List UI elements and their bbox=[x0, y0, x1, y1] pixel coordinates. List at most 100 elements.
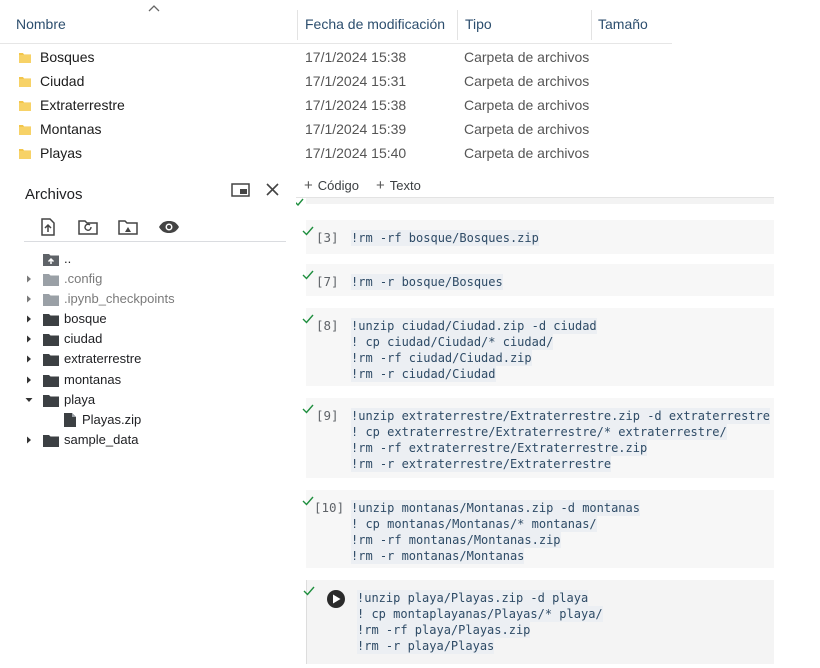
explorer-row[interactable]: Montanas 17/1/2024 15:39 Carpeta de arch… bbox=[0, 118, 672, 142]
code-cell[interactable]: [3] !rm -rf bosque/Bosques.zip bbox=[302, 220, 774, 254]
chevron-right-icon[interactable] bbox=[25, 295, 33, 303]
code-line: ! cp extraterrestre/Extraterrestre/* ext… bbox=[351, 424, 727, 440]
execution-count: [7] bbox=[316, 274, 339, 289]
check-icon bbox=[302, 404, 314, 414]
code-cell-partial[interactable] bbox=[306, 198, 774, 204]
add-text-label: Texto bbox=[389, 178, 421, 193]
tree-item-ciudad[interactable]: ciudad bbox=[0, 329, 296, 349]
code-line: !unzip ciudad/Ciudad.zip -d ciudad bbox=[351, 318, 597, 334]
code-editor[interactable]: !rm -rf bosque/Bosques.zip bbox=[351, 230, 539, 246]
code-editor[interactable]: !unzip ciudad/Ciudad.zip -d ciudad! cp c… bbox=[351, 318, 597, 382]
row-type: Carpeta de archivos bbox=[464, 73, 590, 89]
code-cell[interactable]: [9] !unzip extraterrestre/Extraterrestre… bbox=[302, 398, 774, 478]
row-modified: 17/1/2024 15:40 bbox=[305, 145, 407, 161]
sidebar-toolbar bbox=[0, 212, 296, 242]
row-name: Ciudad bbox=[40, 73, 85, 89]
check-icon bbox=[303, 586, 315, 596]
sort-ascending-icon[interactable] bbox=[148, 4, 160, 12]
code-line: !rm -r ciudad/Ciudad bbox=[351, 366, 496, 382]
chevron-right-icon[interactable] bbox=[25, 335, 33, 343]
folder-up-icon bbox=[43, 254, 59, 266]
folder-icon bbox=[19, 149, 31, 159]
chevron-right-icon[interactable] bbox=[25, 315, 33, 323]
tree-item-montanas[interactable]: montanas bbox=[0, 370, 296, 390]
run-cell-button[interactable] bbox=[327, 590, 345, 608]
code-line: !rm -r montanas/Montanas bbox=[351, 548, 525, 564]
tree-item-playas-zip[interactable]: Playas.zip bbox=[0, 410, 296, 430]
chevron-right-icon[interactable] bbox=[25, 376, 33, 384]
plus-icon: + bbox=[304, 177, 313, 194]
column-name[interactable]: Nombre bbox=[16, 16, 66, 32]
column-divider[interactable] bbox=[457, 10, 458, 40]
folder-icon bbox=[43, 274, 59, 286]
notebook-cells: [3] !rm -rf bosque/Bosques.zip [7] !rm -… bbox=[296, 198, 820, 668]
row-type: Carpeta de archivos bbox=[464, 49, 590, 65]
chevron-right-icon[interactable] bbox=[25, 355, 33, 363]
code-editor[interactable]: !unzip montanas/Montanas.zip -d montanas… bbox=[351, 500, 640, 564]
code-line: !rm -rf extraterrestre/Extraterrestre.zi… bbox=[351, 440, 648, 456]
tree-item-ipynb-checkpoints[interactable]: .ipynb_checkpoints bbox=[0, 289, 296, 309]
folder-icon bbox=[43, 435, 59, 447]
files-sidebar: Archivos .. .config .ipynb_checkpoints b… bbox=[0, 176, 296, 668]
new-window-icon[interactable] bbox=[231, 183, 250, 197]
row-modified: 17/1/2024 15:38 bbox=[305, 49, 407, 65]
column-modified[interactable]: Fecha de modificación bbox=[305, 16, 445, 32]
chevron-down-icon[interactable] bbox=[25, 396, 33, 404]
tree-item-bosque[interactable]: bosque bbox=[0, 309, 296, 329]
folder-icon bbox=[19, 125, 31, 135]
tree-item-extraterrestre[interactable]: extraterrestre bbox=[0, 349, 296, 369]
tree-item-label: .config bbox=[64, 271, 103, 286]
code-editor[interactable]: !unzip extraterrestre/Extraterrestre.zip… bbox=[351, 408, 771, 472]
code-cell-active[interactable]: !unzip playa/Playas.zip -d playa! cp mon… bbox=[303, 580, 774, 664]
check-icon bbox=[296, 198, 304, 206]
play-icon bbox=[333, 594, 341, 604]
eye-icon[interactable] bbox=[158, 216, 180, 238]
explorer-row[interactable]: Playas 17/1/2024 15:40 Carpeta de archiv… bbox=[0, 142, 672, 166]
file-icon bbox=[64, 413, 76, 427]
row-modified: 17/1/2024 15:31 bbox=[305, 73, 407, 89]
tree-item-label: playa bbox=[64, 392, 96, 407]
column-size[interactable]: Tamaño bbox=[598, 16, 648, 32]
plus-icon: + bbox=[376, 177, 385, 194]
execution-count: [10] bbox=[314, 500, 345, 515]
mount-drive-icon[interactable] bbox=[117, 216, 139, 238]
folder-icon bbox=[43, 375, 59, 387]
explorer-row[interactable]: Extraterrestre 17/1/2024 15:38 Carpeta d… bbox=[0, 94, 672, 118]
code-cell[interactable]: [7] !rm -r bosque/Bosques bbox=[302, 264, 774, 296]
folder-icon bbox=[43, 314, 59, 326]
row-type: Carpeta de archivos bbox=[464, 97, 590, 113]
execution-count: [3] bbox=[316, 230, 339, 245]
code-line: !unzip extraterrestre/Extraterrestre.zip… bbox=[351, 408, 771, 424]
chevron-right-icon[interactable] bbox=[25, 436, 33, 444]
code-cell[interactable]: [10] !unzip montanas/Montanas.zip -d mon… bbox=[302, 490, 774, 568]
explorer-row[interactable]: Bosques 17/1/2024 15:38 Carpeta de archi… bbox=[0, 46, 672, 70]
tree-item-playa[interactable]: playa bbox=[0, 390, 296, 410]
explorer-row[interactable]: Ciudad 17/1/2024 15:31 Carpeta de archiv… bbox=[0, 70, 672, 94]
code-editor[interactable]: !unzip playa/Playas.zip -d playa! cp mon… bbox=[357, 590, 603, 654]
add-text-button[interactable]: + Texto bbox=[376, 177, 421, 194]
close-icon[interactable] bbox=[265, 182, 280, 197]
tree-item-label: .ipynb_checkpoints bbox=[64, 291, 175, 306]
column-type[interactable]: Tipo bbox=[465, 16, 492, 32]
column-divider[interactable] bbox=[297, 10, 298, 40]
code-line: !rm -rf bosque/Bosques.zip bbox=[351, 230, 539, 246]
row-name: Montanas bbox=[40, 121, 102, 137]
code-cell[interactable]: [8] !unzip ciudad/Ciudad.zip -d ciudad! … bbox=[302, 308, 774, 386]
tree-item-config[interactable]: .config bbox=[0, 269, 296, 289]
upload-icon[interactable] bbox=[37, 216, 59, 238]
row-type: Carpeta de archivos bbox=[464, 121, 590, 137]
code-line: !rm -rf montanas/Montanas.zip bbox=[351, 532, 561, 548]
column-divider[interactable] bbox=[591, 10, 592, 40]
chevron-right-icon[interactable] bbox=[25, 275, 33, 283]
tree-item-sample-data[interactable]: sample_data bbox=[0, 430, 296, 450]
folder-icon bbox=[19, 77, 31, 87]
row-modified: 17/1/2024 15:39 bbox=[305, 121, 407, 137]
tree-item-parent[interactable]: .. bbox=[0, 249, 296, 269]
tree-item-label: bosque bbox=[64, 311, 107, 326]
code-editor[interactable]: !rm -r bosque/Bosques bbox=[351, 274, 503, 290]
row-name: Extraterrestre bbox=[40, 97, 125, 113]
code-line: !rm -rf playa/Playas.zip bbox=[357, 622, 531, 638]
add-code-button[interactable]: + Código bbox=[304, 177, 359, 194]
add-code-label: Código bbox=[317, 178, 359, 193]
refresh-folder-icon[interactable] bbox=[77, 216, 99, 238]
